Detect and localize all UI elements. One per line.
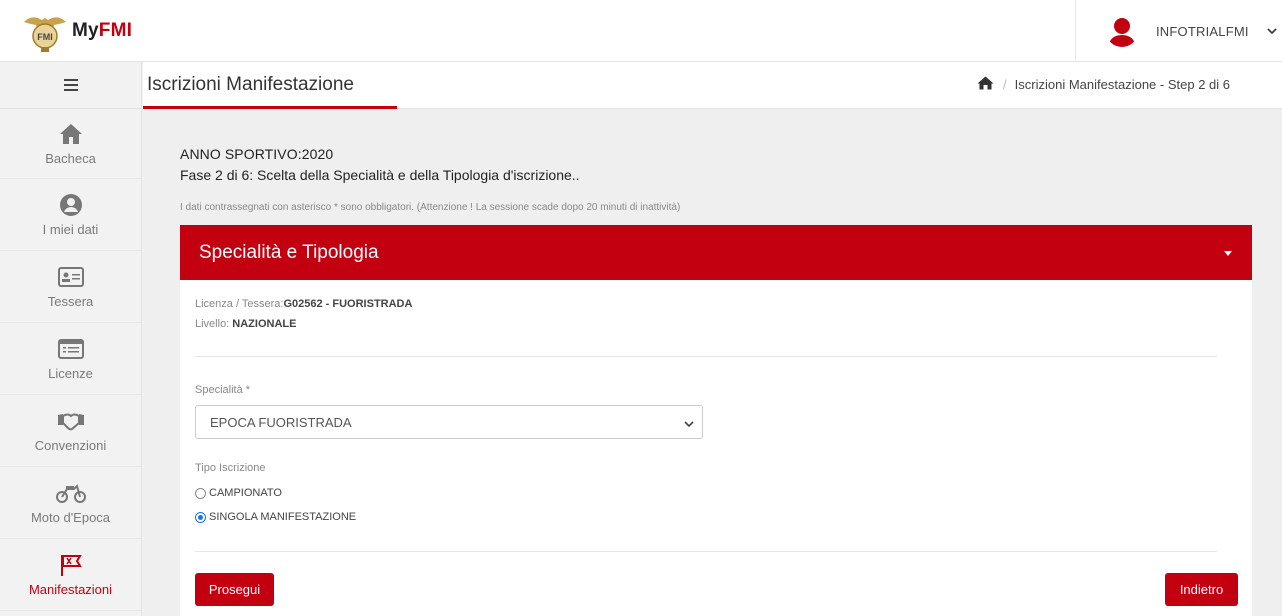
- radio-campionato[interactable]: CAMPIONATO: [195, 487, 282, 499]
- breadcrumb-separator: /: [1003, 77, 1007, 92]
- specialita-select[interactable]: EPOCA FUORISTRADA: [195, 405, 703, 439]
- panel-header[interactable]: Specialità e Tipologia: [180, 225, 1252, 280]
- breadcrumb: / Iscrizioni Manifestazione - Step 2 di …: [977, 76, 1230, 93]
- flags-icon: [59, 552, 83, 578]
- chevron-down-icon: [684, 416, 694, 431]
- panel-title: Specialità e Tipologia: [199, 241, 379, 263]
- title-underline: [143, 106, 397, 109]
- sidebar-item-label: Bacheca: [45, 151, 96, 166]
- id-card-icon: [57, 264, 84, 290]
- page-header: Iscrizioni Manifestazione / Iscrizioni M…: [143, 62, 1282, 109]
- indietro-button[interactable]: Indietro: [1165, 573, 1238, 606]
- radio-singola-manifestazione[interactable]: SINGOLA MANIFESTAZIONE: [195, 511, 356, 523]
- radio-button[interactable]: [195, 511, 206, 523]
- content-heading: ANNO SPORTIVO:2020 Fase 2 di 6: Scelta d…: [180, 146, 580, 183]
- user-circle-icon: [59, 192, 83, 218]
- anno-sportivo: ANNO SPORTIVO:2020: [180, 146, 334, 162]
- chevron-down-icon[interactable]: [1267, 24, 1277, 38]
- livello-label: Livello:: [195, 318, 233, 330]
- sidebar-item-manifestazioni[interactable]: Manifestazioni: [0, 539, 141, 611]
- prosegui-button[interactable]: Prosegui: [195, 573, 274, 606]
- specialita-panel: Specialità e Tipologia Licenza / Tessera…: [180, 225, 1252, 616]
- sidebar-item-moto-epoca[interactable]: Moto d'Epoca: [0, 467, 141, 539]
- motorcycle-icon: [55, 480, 86, 506]
- list-card-icon: [57, 336, 84, 362]
- fmi-emblem-icon: FMI: [22, 8, 68, 54]
- radio-label: SINGOLA MANIFESTAZIONE: [209, 511, 357, 523]
- sidebar-item-label: Licenze: [48, 366, 93, 381]
- home-icon: [59, 121, 83, 147]
- sidebar-item-label: Moto d'Epoca: [30, 510, 111, 525]
- brand-fmi: FMI: [98, 20, 133, 41]
- menu-toggle-icon[interactable]: [0, 62, 141, 109]
- radio-button[interactable]: [195, 487, 206, 499]
- logo[interactable]: FMI MyFMI: [22, 8, 132, 54]
- handshake-icon: [57, 408, 85, 434]
- sidebar-item-bacheca[interactable]: Bacheca: [0, 109, 141, 179]
- sidebar-item-miei-dati[interactable]: I miei dati: [0, 179, 141, 251]
- licenza-label: Licenza / Tessera:: [195, 298, 284, 310]
- top-bar: FMI MyFMI INFOTRIALFMI: [0, 0, 1282, 62]
- required-note: I dati contrassegnati con asterisco * so…: [180, 202, 681, 213]
- brand-name: MyFMI: [72, 20, 132, 42]
- livello-info: Livello: NAZIONALE: [195, 318, 296, 330]
- avatar: [1106, 15, 1138, 47]
- specialita-selected-value: EPOCA FUORISTRADA: [210, 414, 352, 430]
- licenza-value: G02562 - FUORISTRADA: [283, 298, 413, 310]
- radio-label: CAMPIONATO: [209, 487, 282, 499]
- specialita-label: Specialità *: [195, 384, 251, 396]
- brand-my: My: [72, 20, 99, 41]
- breadcrumb-current: Iscrizioni Manifestazione - Step 2 di 6: [1014, 77, 1230, 92]
- divider: [195, 551, 1217, 552]
- sidebar-item-label: I miei dati: [42, 222, 99, 237]
- sidebar-item-licenze[interactable]: Licenze: [0, 323, 141, 395]
- user-menu[interactable]: INFOTRIALFMI: [1075, 0, 1282, 62]
- sidebar-item-label: Tessera: [47, 294, 94, 309]
- breadcrumb-home-icon[interactable]: [977, 76, 994, 93]
- tipo-iscrizione-label: Tipo Iscrizione: [195, 462, 266, 474]
- page-title: Iscrizioni Manifestazione: [147, 74, 354, 95]
- sidebar-item-convenzioni[interactable]: Convenzioni: [0, 395, 141, 467]
- sidebar: Bacheca I miei dati Tessera Licenze Conv…: [0, 62, 142, 616]
- licenza-info: Licenza / Tessera:G02562 - FUORISTRADA: [195, 298, 412, 310]
- emblem-text: FMI: [37, 32, 53, 42]
- caret-down-icon[interactable]: [1224, 251, 1232, 256]
- fase-title: Fase 2 di 6: Scelta della Specialità e d…: [180, 167, 580, 183]
- user-name: INFOTRIALFMI: [1156, 23, 1249, 39]
- sidebar-item-tessera[interactable]: Tessera: [0, 251, 141, 323]
- sidebar-item-label: Convenzioni: [34, 438, 107, 453]
- sidebar-item-label: Manifestazioni: [28, 582, 113, 597]
- livello-value: NAZIONALE: [232, 318, 297, 330]
- divider: [195, 356, 1217, 357]
